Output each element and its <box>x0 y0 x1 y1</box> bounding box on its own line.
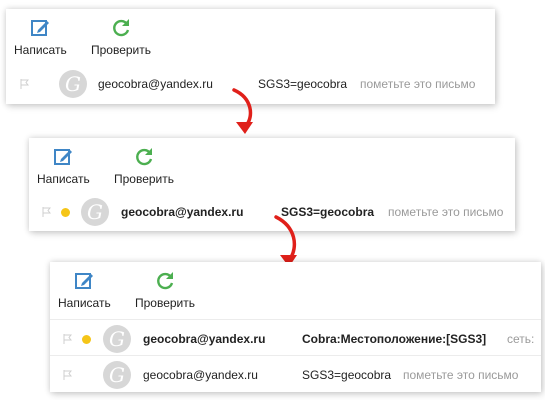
mail-panel-step-3: Написать Проверить G geocobra@yandex.ru … <box>50 262 541 392</box>
snippet: пометьте это письмо <box>388 205 504 219</box>
compose-icon <box>31 20 50 36</box>
compose-icon <box>54 149 73 165</box>
refresh-icon <box>136 148 153 166</box>
compose-button[interactable]: Написать <box>37 146 90 186</box>
compose-label: Написать <box>58 296 111 310</box>
message-row[interactable]: G geocobra@yandex.ru SGS3=geocobra помет… <box>50 355 541 392</box>
avatar: G <box>103 361 131 389</box>
flag-icon[interactable] <box>63 370 72 380</box>
compose-button[interactable]: Написать <box>58 270 111 310</box>
flag-icon[interactable] <box>42 207 51 217</box>
sender: geocobra@yandex.ru <box>143 332 266 346</box>
compose-label: Написать <box>37 172 90 186</box>
subject: SGS3=geocobra <box>258 77 348 91</box>
red-arrow-icon <box>232 88 253 134</box>
snippet: пометьте это письмо <box>403 368 519 382</box>
compose-icon <box>75 273 94 289</box>
toolbar: Написать Проверить <box>6 9 495 63</box>
sender: geocobra@yandex.ru <box>98 77 213 91</box>
unread-dot[interactable] <box>61 208 70 217</box>
check-mail-button[interactable]: Проверить <box>135 270 195 310</box>
check-mail-button[interactable]: Проверить <box>91 17 151 57</box>
sender: geocobra@yandex.ru <box>143 368 258 382</box>
avatar: G <box>59 70 87 98</box>
toolbar: Написать Проверить <box>50 262 541 316</box>
check-mail-label: Проверить <box>114 172 175 186</box>
unread-dot[interactable] <box>82 335 91 344</box>
avatar: G <box>103 325 131 353</box>
snippet: пометьте это письмо <box>360 77 476 91</box>
toolbar: Написать Проверить <box>29 138 515 192</box>
refresh-icon <box>113 19 130 37</box>
check-mail-label: Проверить <box>135 296 196 310</box>
message-row[interactable]: G geocobra@yandex.ru Cobra:Местоположени… <box>50 319 541 360</box>
compose-button[interactable]: Написать <box>14 17 67 57</box>
sender: geocobra@yandex.ru <box>121 205 244 219</box>
compose-label: Написать <box>14 43 67 57</box>
avatar: G <box>81 198 109 226</box>
snippet: сеть: <box>507 332 535 346</box>
subject: SGS3=geocobra <box>302 368 392 382</box>
subject: Cobra:Местоположение:[SGS3] <box>302 332 487 346</box>
flag-icon[interactable] <box>20 79 29 89</box>
refresh-icon <box>157 272 174 290</box>
check-mail-label: Проверить <box>91 43 152 57</box>
flag-icon[interactable] <box>63 334 72 344</box>
check-mail-button[interactable]: Проверить <box>114 146 174 186</box>
